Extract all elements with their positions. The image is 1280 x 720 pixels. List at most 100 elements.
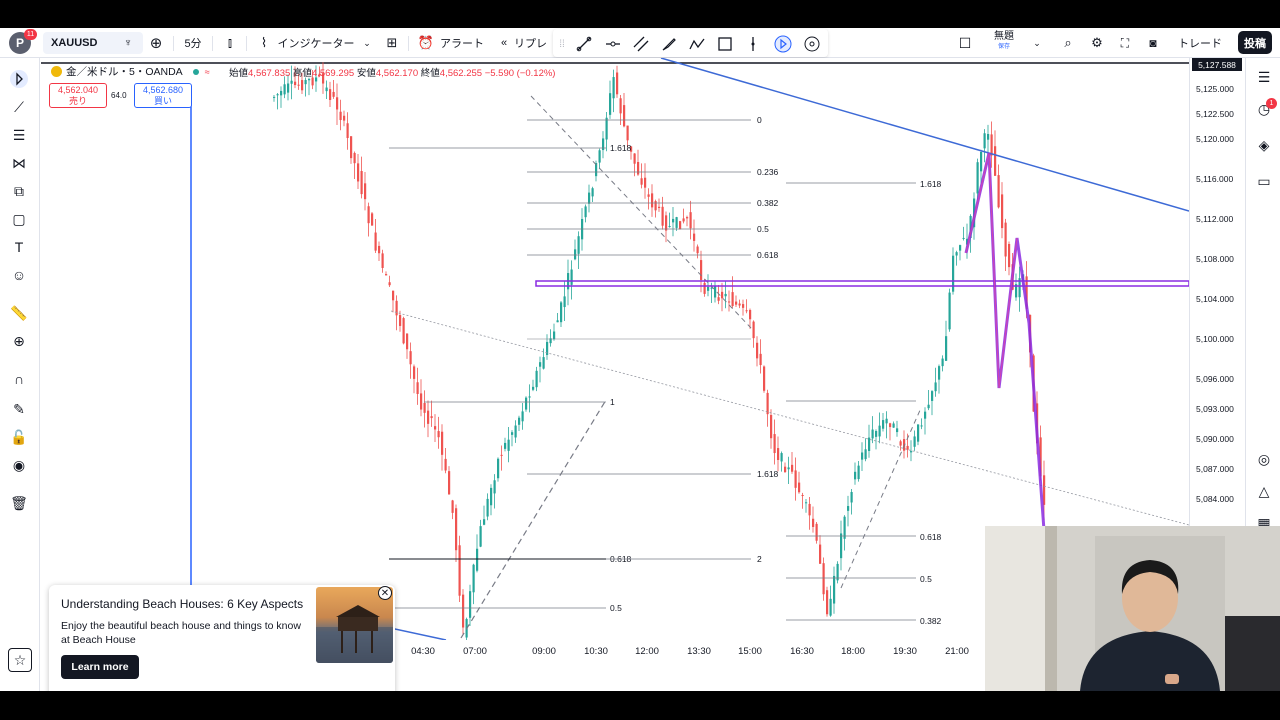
text-tool-icon[interactable]: T xyxy=(8,236,30,258)
trend-line-icon[interactable] xyxy=(573,33,595,55)
candle-body xyxy=(742,304,745,308)
candle-body xyxy=(637,162,640,175)
indicators-icon[interactable]: ⌇ xyxy=(255,32,273,54)
settings-icon[interactable]: ⚙ xyxy=(1088,32,1106,54)
draw-mode-icon[interactable]: ✎ xyxy=(8,398,30,420)
candle-body xyxy=(882,420,885,429)
indicators-button[interactable]: インジケーター xyxy=(276,32,356,54)
candle-body xyxy=(941,358,944,367)
rectangle-icon[interactable] xyxy=(714,33,736,55)
buy-button[interactable]: 4,562.680 買い xyxy=(134,83,192,108)
cursor-icon[interactable] xyxy=(8,68,30,90)
interval-button[interactable]: 5分 xyxy=(181,32,205,54)
cursor-mode-icon[interactable] xyxy=(772,33,794,55)
zoom-icon[interactable]: ⊕ xyxy=(8,330,30,352)
candle-body xyxy=(752,321,755,339)
watchlist-icon[interactable]: ☰ xyxy=(1253,66,1275,88)
eye-icon[interactable]: ◉ xyxy=(8,454,30,476)
candle-body xyxy=(679,221,682,230)
layout-name[interactable]: 無題 保存 xyxy=(990,31,1018,55)
alert-button[interactable]: アラート xyxy=(437,32,487,54)
magnet-icon[interactable]: ∩ xyxy=(8,368,30,390)
trend-line-tool-icon[interactable]: ⟋ xyxy=(8,96,30,118)
add-symbol-icon[interactable]: ⊕ xyxy=(146,32,166,54)
symbol-settings-icon[interactable]: ♆ xyxy=(120,32,136,54)
close-icon[interactable]: ✕ xyxy=(378,586,392,600)
vertical-line-icon[interactable] xyxy=(742,33,764,55)
candle-body xyxy=(402,318,405,344)
candle-body xyxy=(287,83,290,93)
candle-body xyxy=(385,274,388,276)
layers-icon[interactable]: ◈ xyxy=(1253,134,1275,156)
candle-body xyxy=(339,111,342,121)
candle-body xyxy=(493,480,496,494)
price-tick: 5,120.000 xyxy=(1196,134,1234,144)
learn-more-button[interactable]: Learn more xyxy=(61,655,139,679)
candle-body xyxy=(777,448,780,460)
fib-level-label: 1.618 xyxy=(757,469,779,479)
trade-button[interactable]: トレード xyxy=(1172,32,1228,54)
candle-body xyxy=(920,425,923,427)
candle-body xyxy=(724,293,727,297)
price-tick: 5,093.000 xyxy=(1196,404,1234,414)
time-tick: 04:30 xyxy=(411,646,435,657)
forecast-tool-icon[interactable]: ⧉ xyxy=(8,180,30,202)
time-tick: 19:30 xyxy=(893,646,917,657)
candle-body xyxy=(399,315,402,326)
fib-level-label: 0.618 xyxy=(920,532,942,542)
candle-body xyxy=(693,233,696,241)
trash-icon[interactable]: 🗑 xyxy=(8,492,30,514)
horizontal-line-icon[interactable] xyxy=(602,33,624,55)
ad-body: Enjoy the beautiful beach house and thin… xyxy=(61,620,301,646)
layout-chevron-icon[interactable]: ⌄ xyxy=(1030,32,1044,54)
candle-body xyxy=(854,471,857,480)
chevron-down-icon[interactable]: ⌄ xyxy=(360,32,374,54)
parallel-channel-icon[interactable] xyxy=(630,33,652,55)
post-button[interactable]: 投稿 xyxy=(1238,31,1272,54)
shape-tool-icon[interactable]: ▢ xyxy=(8,208,30,230)
candle-body xyxy=(444,458,447,471)
candle-body xyxy=(427,410,430,424)
alert-icon[interactable]: ⏰ xyxy=(417,32,435,54)
candle-body xyxy=(483,519,486,525)
candle-body xyxy=(962,237,965,239)
candle-body xyxy=(910,451,913,453)
dashed-channel-line xyxy=(390,310,1189,526)
candle-body xyxy=(875,431,878,437)
lock-icon[interactable]: 🔓 xyxy=(8,426,30,448)
templates-icon[interactable]: ⊞ xyxy=(383,32,401,54)
candle-body xyxy=(528,396,531,398)
path-icon[interactable] xyxy=(686,33,708,55)
chart-type-icon[interactable]: ⫾ xyxy=(221,32,239,54)
candle-body xyxy=(612,77,615,99)
fib-level-label: 1.618 xyxy=(610,143,632,153)
pattern-tool-icon[interactable]: ⋈ xyxy=(8,152,30,174)
time-tick: 13:30 xyxy=(687,646,711,657)
sell-button[interactable]: 4,562.040 売り xyxy=(49,83,107,108)
fib-tool-icon[interactable]: ☰ xyxy=(8,124,30,146)
search-icon[interactable]: ⌕ xyxy=(1059,32,1077,54)
fullscreen-icon[interactable]: ⛶ xyxy=(1116,32,1134,54)
drag-handle-icon[interactable]: ⁞⁞ xyxy=(557,33,567,55)
favorites-star-icon[interactable]: ☆ xyxy=(8,648,32,672)
fib-level-label: 0.5 xyxy=(757,224,769,234)
candle-body xyxy=(703,282,706,294)
mountain-icon[interactable]: △ xyxy=(1253,480,1275,502)
ad-card: Understanding Beach Houses: 6 Key Aspect… xyxy=(49,585,395,691)
replay-button[interactable]: リプレ xyxy=(514,32,554,54)
candle-body xyxy=(892,423,895,428)
ruler-icon[interactable]: 📏 xyxy=(8,302,30,324)
candle-body xyxy=(332,91,335,97)
emoji-tool-icon[interactable]: ☺ xyxy=(8,264,30,286)
candle-body xyxy=(843,516,846,539)
target-icon[interactable]: ◎ xyxy=(1253,448,1275,470)
layout-checkbox-icon[interactable]: ☐ xyxy=(956,32,974,54)
camera-icon[interactable]: ◙ xyxy=(1144,32,1162,54)
candle-body xyxy=(850,492,853,503)
candle-body xyxy=(619,98,622,114)
ad-title[interactable]: Understanding Beach Houses: 6 Key Aspect… xyxy=(61,597,303,611)
chat-icon[interactable]: ▭ xyxy=(1253,170,1275,192)
more-tools-icon[interactable] xyxy=(801,33,823,55)
brush-icon[interactable] xyxy=(658,33,680,55)
replay-icon[interactable]: « xyxy=(496,32,512,54)
